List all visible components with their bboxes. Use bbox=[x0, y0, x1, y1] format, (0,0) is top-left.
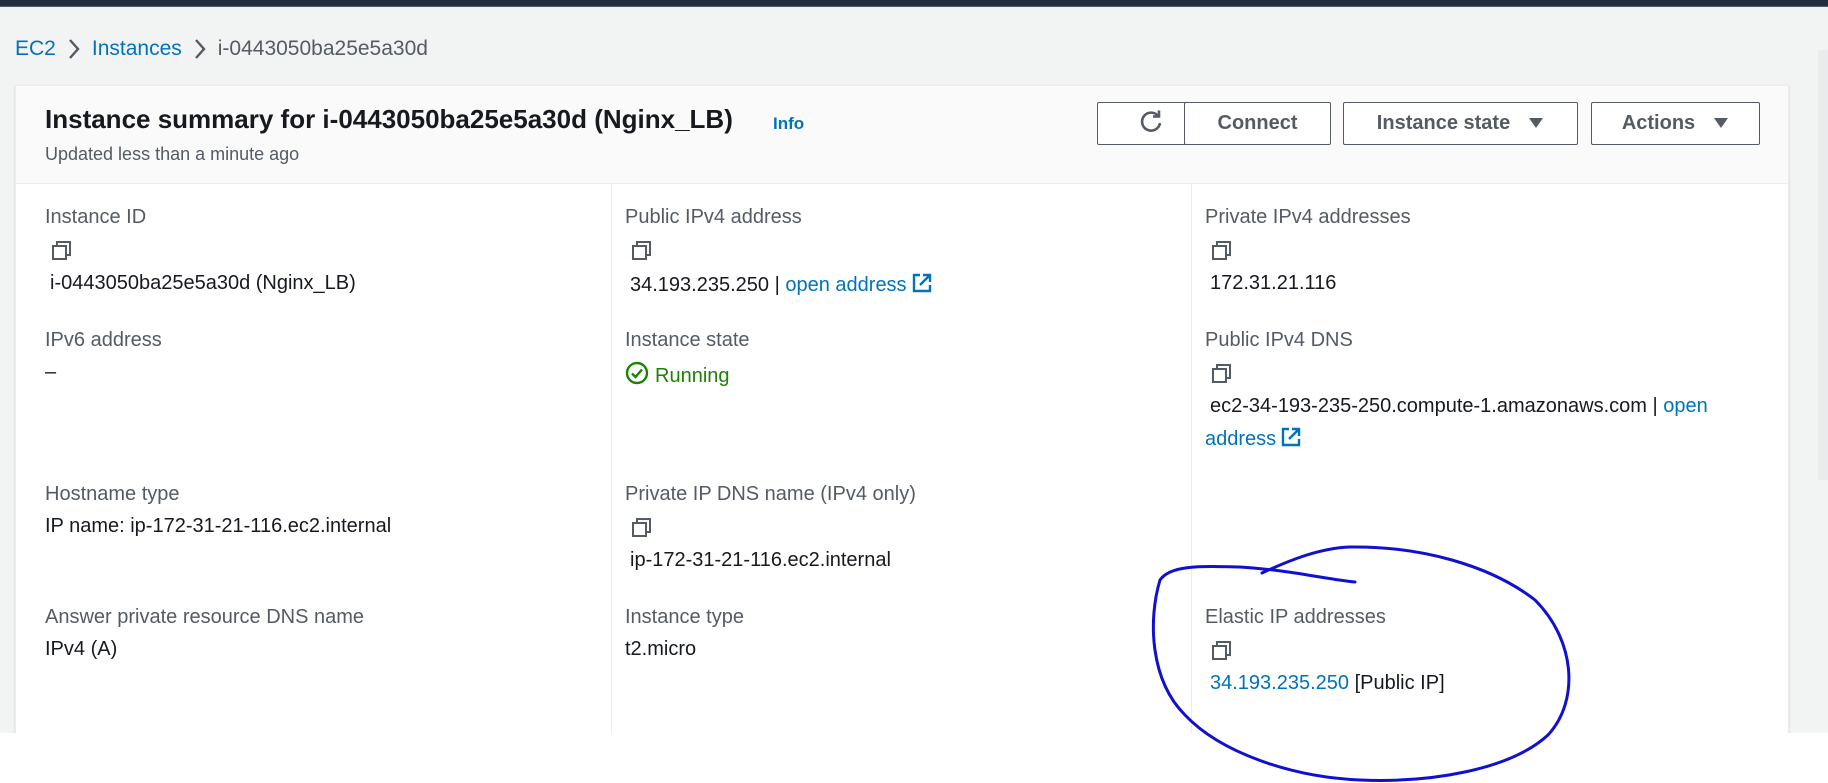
page-title: Instance summary for i-0443050ba25e5a30d… bbox=[45, 104, 733, 134]
connect-button-label: Connect bbox=[1217, 112, 1298, 134]
actions-dropdown[interactable]: Actions bbox=[1591, 102, 1760, 145]
public-dns-label: Public IPv4 DNS bbox=[1205, 329, 1353, 351]
instance-id-value: i-0443050ba25e5a30d (Nginx_LB) bbox=[50, 272, 356, 294]
answer-dns-field: Answer private resource DNS name IPv4 (A… bbox=[45, 606, 364, 661]
copy-icon[interactable] bbox=[1210, 362, 1234, 386]
connect-button[interactable]: Connect bbox=[1184, 102, 1331, 145]
open-address-link-label: open address bbox=[785, 274, 907, 296]
instance-type-value: t2.micro bbox=[625, 638, 697, 660]
copy-icon[interactable] bbox=[1210, 239, 1234, 263]
refresh-icon bbox=[1137, 107, 1165, 141]
elastic-ip-value-row: 34.193.235.250 [Public IP] bbox=[1210, 672, 1445, 695]
copy-icon[interactable] bbox=[50, 239, 74, 263]
panel-header: Instance summary for i-0443050ba25e5a30d… bbox=[16, 86, 1788, 184]
public-dns-field: Public IPv4 DNS ec2-34-193-235-250.compu… bbox=[1205, 329, 1708, 454]
public-ipv4-label: Public IPv4 address bbox=[625, 206, 802, 228]
private-ipv4-value: 172.31.21.116 bbox=[1210, 272, 1337, 294]
hostname-type-field: Hostname type IP name: ip-172-31-21-116.… bbox=[45, 483, 391, 538]
open-address-link[interactable]: open address bbox=[785, 273, 932, 296]
breadcrumb-instances-link[interactable]: Instances bbox=[92, 37, 182, 61]
private-dns-field: Private IP DNS name (IPv4 only) ip-172-3… bbox=[625, 483, 916, 572]
instance-state-value: Running bbox=[655, 364, 730, 387]
instance-state-dropdown-label: Instance state bbox=[1376, 112, 1511, 134]
breadcrumb-ec2-link[interactable]: EC2 bbox=[15, 37, 56, 61]
answer-dns-label: Answer private resource DNS name bbox=[45, 606, 365, 628]
caret-down-icon bbox=[1713, 112, 1729, 135]
separator: | bbox=[1652, 395, 1658, 417]
public-ipv4-value: 34.193.235.250 bbox=[630, 274, 770, 296]
external-link-icon bbox=[1280, 426, 1302, 454]
ipv6-field: IPv6 address – bbox=[45, 329, 162, 384]
column-divider bbox=[611, 184, 612, 746]
public-dns-value: ec2-34-193-235-250.compute-1.amazonaws.c… bbox=[1210, 395, 1647, 417]
page-scrollbar[interactable] bbox=[1818, 50, 1828, 480]
elastic-ip-suffix: [Public IP] bbox=[1354, 672, 1445, 694]
top-nav-bar bbox=[0, 0, 1828, 7]
actions-dropdown-label: Actions bbox=[1621, 112, 1696, 134]
column-divider bbox=[1191, 184, 1192, 746]
ipv6-value: – bbox=[45, 361, 57, 383]
private-dns-label: Private IP DNS name (IPv4 only) bbox=[625, 483, 916, 505]
hostname-type-value: IP name: ip-172-31-21-116.ec2.internal bbox=[45, 515, 392, 537]
answer-dns-value: IPv4 (A) bbox=[45, 638, 118, 660]
instance-id-field: Instance ID i-0443050ba25e5a30d (Nginx_L… bbox=[45, 206, 356, 295]
public-ipv4-field: Public IPv4 address 34.193.235.250 | ope… bbox=[625, 206, 933, 300]
info-link[interactable]: Info bbox=[773, 114, 804, 134]
instance-state-label: Instance state bbox=[625, 329, 750, 351]
public-dns-value-row: ec2-34-193-235-250.compute-1.amazonaws.c… bbox=[1210, 395, 1708, 418]
elastic-ip-label: Elastic IP addresses bbox=[1205, 606, 1386, 628]
chevron-right-icon bbox=[182, 38, 218, 60]
private-ipv4-field: Private IPv4 addresses 172.31.21.116 bbox=[1205, 206, 1411, 295]
open-address-link-label: address bbox=[1205, 428, 1277, 450]
copy-icon[interactable] bbox=[1210, 639, 1234, 663]
elastic-ip-field: Elastic IP addresses 34.193.235.250 [Pub… bbox=[1205, 606, 1445, 695]
open-address-link[interactable]: open bbox=[1663, 395, 1708, 417]
caret-down-icon bbox=[1528, 112, 1544, 135]
copy-icon[interactable] bbox=[630, 239, 654, 263]
ipv6-label: IPv6 address bbox=[45, 329, 162, 351]
public-ipv4-value-row: 34.193.235.250 | open address bbox=[630, 272, 933, 300]
instance-summary-panel: Instance summary for i-0443050ba25e5a30d… bbox=[15, 85, 1789, 746]
instance-type-label: Instance type bbox=[625, 606, 744, 628]
chevron-right-icon bbox=[56, 38, 92, 60]
hostname-type-label: Hostname type bbox=[45, 483, 180, 505]
page-bottom-area bbox=[0, 733, 1828, 783]
elastic-ip-link[interactable]: 34.193.235.250 bbox=[1210, 672, 1349, 694]
copy-icon[interactable] bbox=[630, 516, 654, 540]
check-circle-icon bbox=[625, 361, 655, 391]
instance-state-dropdown[interactable]: Instance state bbox=[1343, 102, 1578, 145]
private-ipv4-label: Private IPv4 addresses bbox=[1205, 206, 1411, 228]
instance-state-field: Instance state Running bbox=[625, 329, 750, 391]
breadcrumb-current: i-0443050ba25e5a30d bbox=[217, 37, 428, 60]
private-dns-value: ip-172-31-21-116.ec2.internal bbox=[630, 549, 891, 571]
breadcrumb: EC2 Instances i-0443050ba25e5a30d bbox=[15, 36, 428, 62]
status-badge: Running bbox=[625, 361, 750, 391]
instance-type-field: Instance type t2.micro bbox=[625, 606, 744, 661]
open-address-link[interactable]: address bbox=[1205, 427, 1302, 450]
instance-id-label: Instance ID bbox=[45, 206, 147, 228]
external-link-icon bbox=[911, 272, 933, 300]
public-dns-link-row: address bbox=[1205, 426, 1708, 454]
separator: | bbox=[774, 274, 780, 296]
last-updated-text: Updated less than a minute ago bbox=[45, 144, 300, 164]
